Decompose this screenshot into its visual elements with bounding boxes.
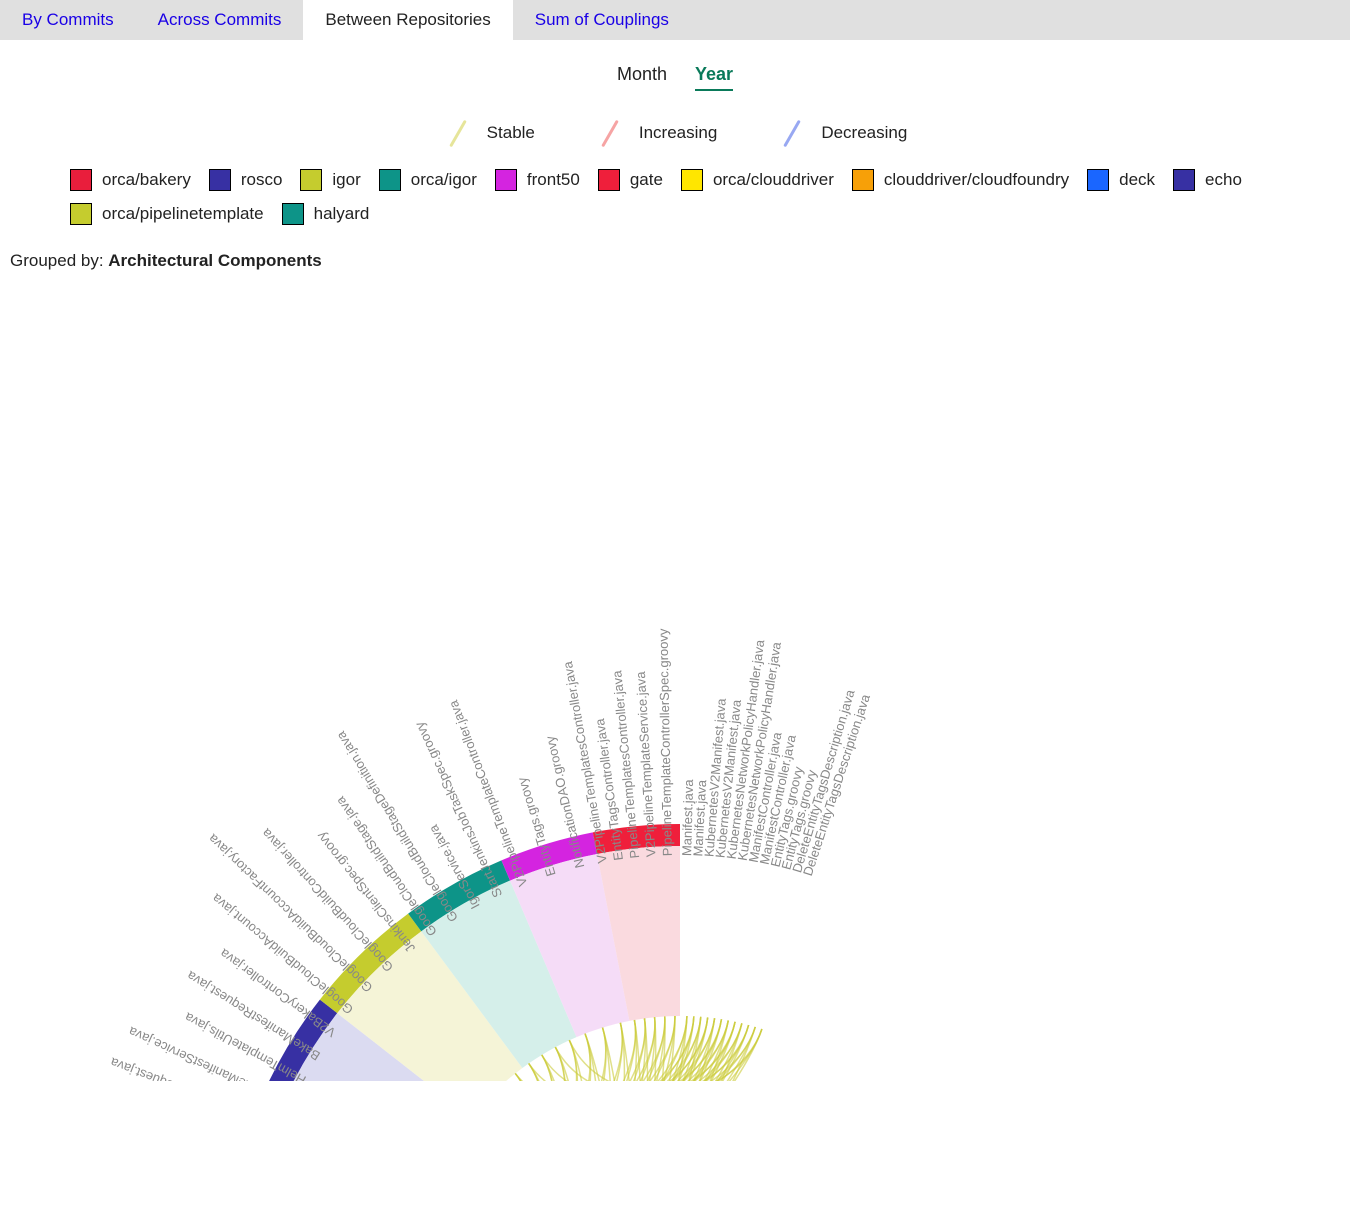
trend-line-icon	[449, 119, 467, 146]
repo-clouddriver-cloudfoundry[interactable]: clouddriver/cloudfoundry	[852, 169, 1069, 191]
tab-by-commits[interactable]: By Commits	[0, 0, 136, 40]
repo-label: gate	[630, 170, 663, 190]
grouped-value: Architectural Components	[108, 251, 321, 270]
trend-decreasing: Decreasing	[777, 123, 907, 143]
repo-label: deck	[1119, 170, 1155, 190]
trend-increasing: Increasing	[595, 123, 717, 143]
grouped-prefix: Grouped by:	[10, 251, 108, 270]
trend-label: Decreasing	[821, 123, 907, 143]
repo-label: igor	[332, 170, 360, 190]
repo-front50[interactable]: front50	[495, 169, 580, 191]
trend-label: Increasing	[639, 123, 717, 143]
repo-label: rosco	[241, 170, 283, 190]
swatch-icon	[495, 169, 517, 191]
time-year[interactable]: Year	[695, 64, 733, 91]
repo-orca-pipelinetemplate[interactable]: orca/pipelinetemplate	[70, 203, 264, 225]
repo-igor[interactable]: igor	[300, 169, 360, 191]
repo-echo[interactable]: echo	[1173, 169, 1242, 191]
swatch-icon	[209, 169, 231, 191]
swatch-icon	[1087, 169, 1109, 191]
repo-orca-clouddriver[interactable]: orca/clouddriver	[681, 169, 834, 191]
tab-across-commits[interactable]: Across Commits	[136, 0, 304, 40]
coupling-chart: udfoundryDestroyServiceStage.module.tsou…	[0, 271, 1350, 1081]
swatch-icon	[379, 169, 401, 191]
tab-sum-of-couplings[interactable]: Sum of Couplings	[513, 0, 691, 40]
file-label: PipelineTemplateControllerSpec.groovy	[655, 628, 674, 856]
swatch-icon	[70, 169, 92, 191]
time-toggle: Month Year	[0, 64, 1350, 91]
repo-halyard[interactable]: halyard	[282, 203, 370, 225]
tab-between-repositories[interactable]: Between Repositories	[303, 0, 512, 40]
repo-deck[interactable]: deck	[1087, 169, 1155, 191]
swatch-icon	[598, 169, 620, 191]
repo-label: orca/igor	[411, 170, 477, 190]
repo-label: clouddriver/cloudfoundry	[884, 170, 1069, 190]
swatch-icon	[70, 203, 92, 225]
swatch-icon	[300, 169, 322, 191]
coupling-line	[569, 1040, 601, 1081]
time-month[interactable]: Month	[617, 64, 667, 91]
repo-orca-igor[interactable]: orca/igor	[379, 169, 477, 191]
tab-bar: By CommitsAcross CommitsBetween Reposito…	[0, 0, 1350, 40]
repo-label: orca/bakery	[102, 170, 191, 190]
trend-label: Stable	[487, 123, 535, 143]
swatch-icon	[852, 169, 874, 191]
repo-label: echo	[1205, 170, 1242, 190]
repo-rosco[interactable]: rosco	[209, 169, 283, 191]
swatch-icon	[681, 169, 703, 191]
repo-orca-bakery[interactable]: orca/bakery	[70, 169, 191, 191]
repo-label: halyard	[314, 204, 370, 224]
trend-line-icon	[601, 119, 619, 146]
swatch-icon	[1173, 169, 1195, 191]
repo-gate[interactable]: gate	[598, 169, 663, 191]
repo-legend: orca/bakery rosco igor orca/igor front50 gate…	[0, 169, 1350, 243]
grouped-by-label: Grouped by: Architectural Components	[0, 243, 1350, 271]
swatch-icon	[282, 203, 304, 225]
trend-stable: Stable	[443, 123, 535, 143]
repo-label: orca/pipelinetemplate	[102, 204, 264, 224]
trend-legend: Stable Increasing Decreasing	[0, 123, 1350, 143]
repo-label: orca/clouddriver	[713, 170, 834, 190]
trend-line-icon	[784, 119, 802, 146]
repo-label: front50	[527, 170, 580, 190]
